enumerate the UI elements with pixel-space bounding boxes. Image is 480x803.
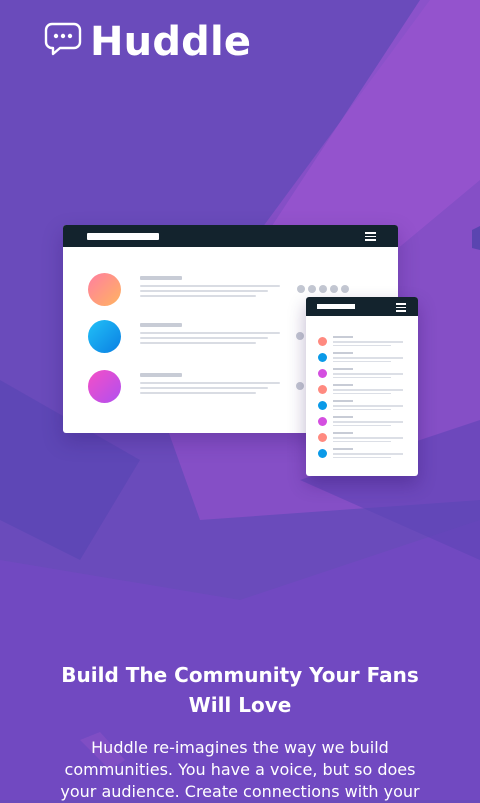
side-list-item bbox=[306, 383, 418, 397]
window-title-placeholder bbox=[317, 304, 355, 309]
status-dot bbox=[296, 332, 304, 340]
avatar bbox=[88, 370, 121, 403]
side-list-item bbox=[306, 447, 418, 461]
side-list-item bbox=[306, 367, 418, 381]
hero-description: Huddle re-imagines the way we build comm… bbox=[60, 738, 420, 801]
text-placeholder bbox=[140, 373, 280, 397]
side-list-item bbox=[306, 431, 418, 445]
hero-headline: Build The Community Your Fans Will Love bbox=[61, 663, 419, 717]
avatar bbox=[88, 320, 121, 353]
side-list-item bbox=[306, 415, 418, 429]
text-placeholder bbox=[140, 276, 280, 300]
window-title-placeholder bbox=[87, 233, 159, 240]
side-list-item bbox=[306, 399, 418, 413]
window-header-bar bbox=[306, 297, 418, 316]
dot-row-decoration bbox=[297, 285, 352, 293]
menu-icon bbox=[365, 232, 376, 243]
text-placeholder bbox=[140, 323, 280, 347]
speech-bubble-icon bbox=[44, 22, 82, 56]
window-header-bar bbox=[63, 225, 398, 247]
brand-name: Huddle bbox=[90, 19, 252, 65]
avatar bbox=[88, 273, 121, 306]
side-list-item bbox=[306, 351, 418, 365]
brand-logo: Huddle bbox=[44, 19, 252, 65]
side-list-item bbox=[306, 335, 418, 349]
menu-icon bbox=[396, 303, 406, 314]
status-dot bbox=[296, 382, 304, 390]
illustration-side-window bbox=[306, 297, 418, 476]
